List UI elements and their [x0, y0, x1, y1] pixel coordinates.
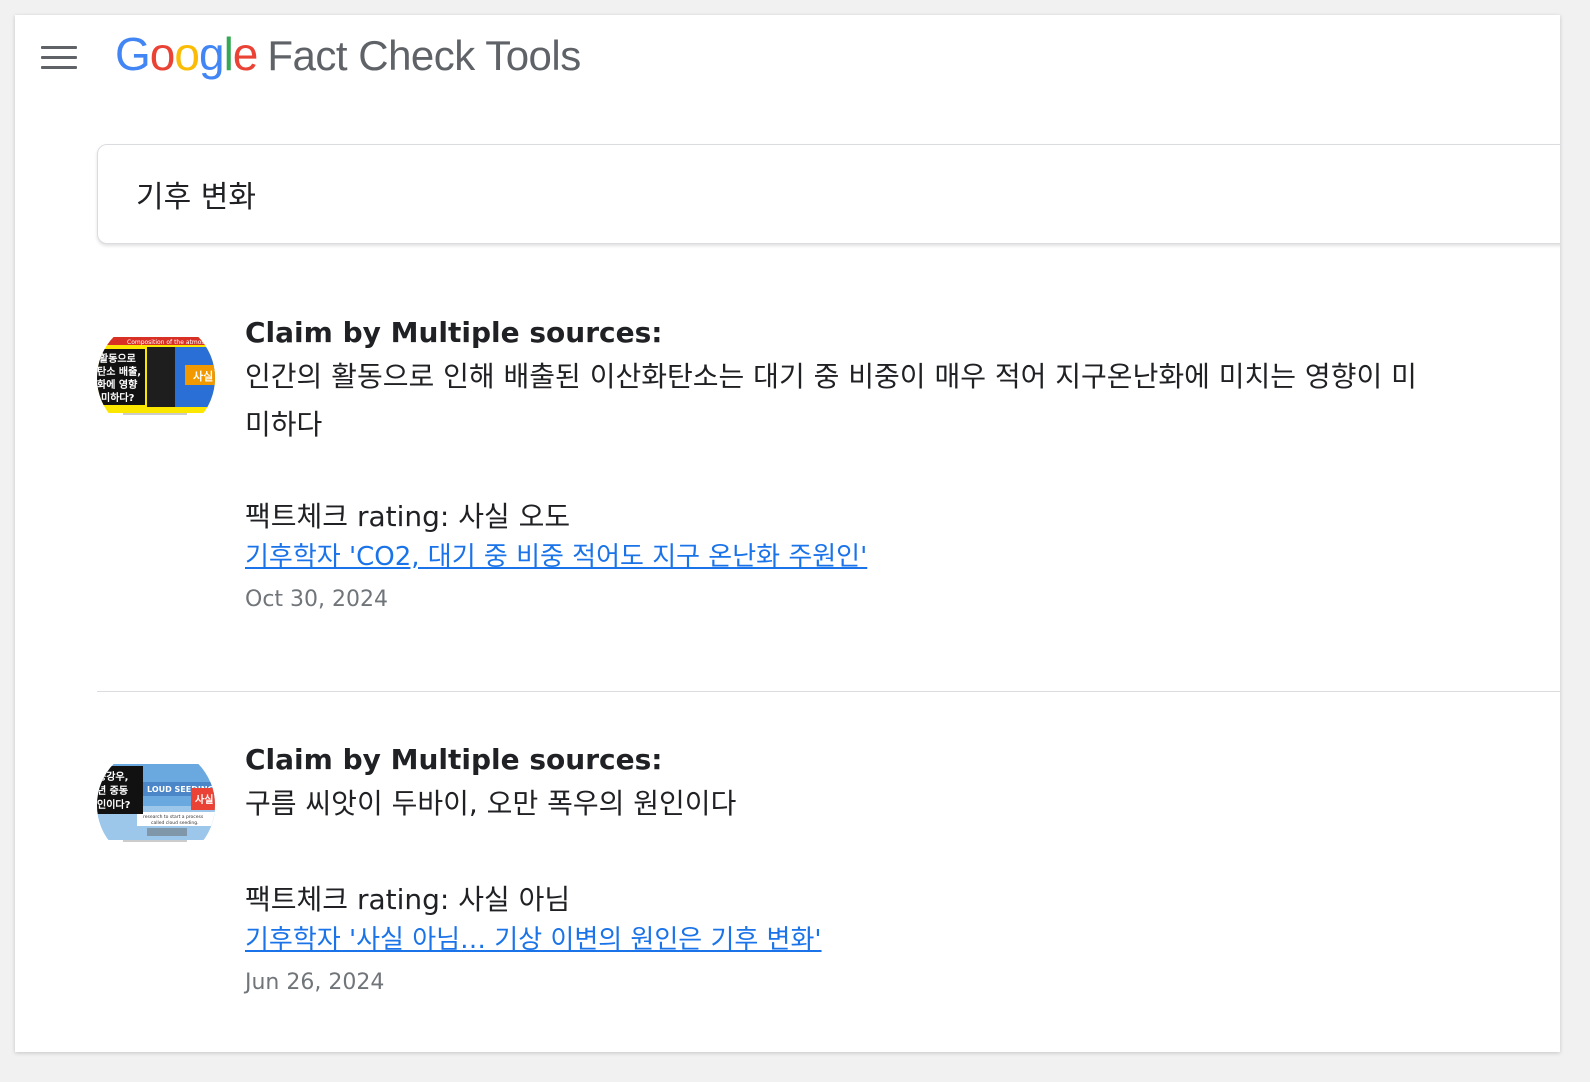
logo-letter: g [198, 28, 225, 80]
search-box[interactable] [97, 144, 1560, 244]
thumb-line: 미하다? [101, 391, 135, 404]
logo-letter: e [232, 28, 259, 80]
thumb-line: 탄소 배출, [97, 365, 141, 378]
logo-letter: o [149, 28, 176, 80]
product-name: Fact Check Tools [267, 32, 581, 79]
menu-icon-bar [41, 55, 77, 59]
thumb-tag: 사실 [195, 793, 213, 806]
google-logo: Google [115, 27, 259, 81]
claim-text-line: 구름 씨앗이 두바이, 오만 폭우의 원인이다 [245, 787, 737, 820]
claim-thumbnail[interactable]: Composition of the atmos 사실 활동으로 탄소 배출, … [97, 319, 215, 437]
thumb-line: 활동으로 [99, 352, 136, 365]
claim-text: 구름 씨앗이 두바이, 오만 폭우의 원인이다 [245, 780, 1545, 828]
app-header: Google Fact Check Tools [15, 15, 1560, 105]
menu-icon-bar [41, 45, 77, 49]
thumbnail-image: Composition of the atmos 사실 활동으로 탄소 배출, … [97, 319, 215, 437]
thumb-banner-text: Composition of the atmos [127, 339, 205, 346]
result-divider [97, 691, 1560, 692]
thumb-line: 화에 영향 [97, 378, 138, 391]
claimant-label: Claim by Multiple sources: [245, 743, 663, 776]
claim-text: 인간의 활동으로 인해 배출된 이산화탄소는 대기 중 비중이 매우 적어 지구… [245, 353, 1545, 449]
app-card: Google Fact Check Tools Composition of t… [15, 15, 1560, 1052]
claim-thumbnail[interactable]: LOUD SEEDING 사실 research to start a proc… [97, 746, 215, 864]
menu-icon[interactable] [41, 41, 81, 73]
review-link[interactable]: 기후학자 'CO2, 대기 중 비중 적어도 지구 온난화 주원인' [245, 537, 867, 577]
brand[interactable]: Google Fact Check Tools [115, 27, 581, 87]
claim-text-line: 미하다 [245, 408, 323, 441]
thumb-line: 년 중동 [97, 784, 128, 797]
claim-content: Claim by Multiple sources: 구름 씨앗이 두바이, 오… [245, 742, 1545, 998]
rating-label: 팩트체크 rating: 사실 아님 [245, 883, 571, 916]
thumb-caption: called cloud seeding. [151, 820, 199, 826]
claim-text-line: 인간의 활동으로 인해 배출된 이산화탄소는 대기 중 비중이 매우 적어 지구… [245, 360, 1417, 393]
logo-letter: G [115, 28, 151, 80]
search-input[interactable] [136, 176, 1560, 212]
logo-letter: l [223, 28, 234, 80]
claim-content: Claim by Multiple sources: 인간의 활동으로 인해 배… [245, 315, 1545, 615]
thumb-tag: 사실 [193, 369, 213, 383]
thumb-caption: research to start a process [143, 814, 204, 820]
review-date: Oct 30, 2024 [245, 587, 388, 612]
rating-label: 팩트체크 rating: 사실 오도 [245, 500, 571, 533]
logo-letter: o [174, 28, 200, 80]
thumb-line: 인이다? [97, 798, 131, 811]
review-date: Jun 26, 2024 [245, 970, 385, 995]
thumbnail-image: LOUD SEEDING 사실 research to start a proc… [97, 746, 215, 864]
menu-icon-bar [41, 65, 77, 69]
thumb-line: 공강우, [97, 770, 128, 783]
claimant-label: Claim by Multiple sources: [245, 316, 663, 349]
review-link[interactable]: 기후학자 '사실 아님… 기상 이변의 원인은 기후 변화' [245, 920, 822, 960]
